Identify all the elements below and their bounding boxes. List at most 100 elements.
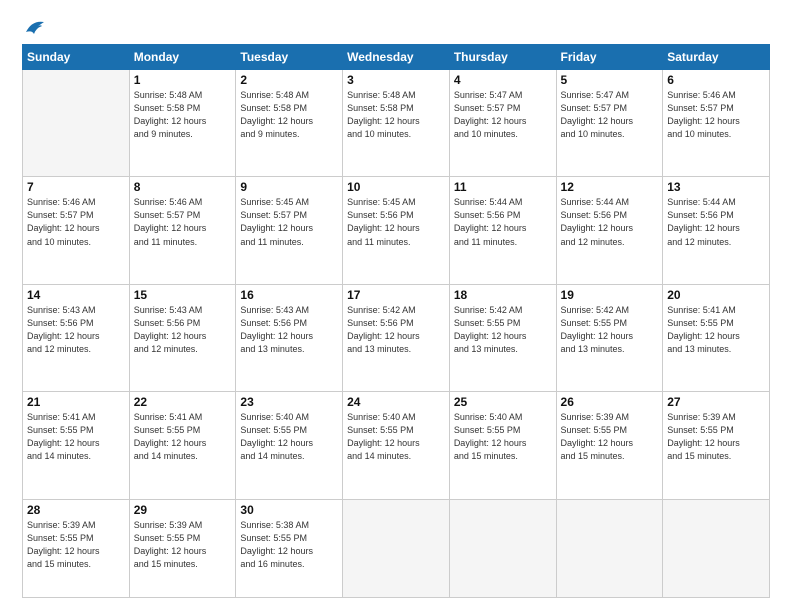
day-info: Sunrise: 5:46 AM Sunset: 5:57 PM Dayligh… — [667, 89, 765, 141]
day-info: Sunrise: 5:43 AM Sunset: 5:56 PM Dayligh… — [134, 304, 232, 356]
calendar-cell: 14 Sunrise: 5:43 AM Sunset: 5:56 PM Dayli… — [23, 284, 130, 391]
calendar-cell: 6Sunrise: 5:46 AM Sunset: 5:57 PM Daylig… — [663, 70, 770, 177]
calendar-cell: 28 Sunrise: 5:39 AM Sunset: 5:55 PM Dayli… — [23, 499, 130, 598]
calendar-week-row: 28 Sunrise: 5:39 AM Sunset: 5:55 PM Dayli… — [23, 499, 770, 598]
calendar-cell: 12Sunrise: 5:44 AM Sunset: 5:56 PM Dayli… — [556, 177, 663, 284]
calendar-cell: 2 Sunrise: 5:48 AM Sunset: 5:58 PM Daylig… — [236, 70, 343, 177]
calendar-cell: 9 Sunrise: 5:45 AM Sunset: 5:57 PM Daylig… — [236, 177, 343, 284]
day-info: Sunrise: 5:45 AM Sunset: 5:57 PM Dayligh… — [240, 196, 338, 248]
weekday-header-thursday: Thursday — [449, 45, 556, 70]
day-number: 8 — [134, 180, 232, 194]
weekday-header-row: SundayMondayTuesdayWednesdayThursdayFrid… — [23, 45, 770, 70]
calendar-cell: 7 Sunrise: 5:46 AM Sunset: 5:57 PM Daylig… — [23, 177, 130, 284]
calendar-cell: 22Sunrise: 5:41 AM Sunset: 5:55 PM Dayli… — [129, 392, 236, 499]
calendar-cell — [556, 499, 663, 598]
calendar-cell: 10 Sunrise: 5:45 AM Sunset: 5:56 PM Dayli… — [343, 177, 450, 284]
day-info: Sunrise: 5:41 AM Sunset: 5:55 PM Dayligh… — [134, 411, 232, 463]
calendar-cell: 20 Sunrise: 5:41 AM Sunset: 5:55 PM Dayli… — [663, 284, 770, 391]
calendar-cell: 19 Sunrise: 5:42 AM Sunset: 5:55 PM Dayli… — [556, 284, 663, 391]
calendar-cell — [23, 70, 130, 177]
calendar-cell — [449, 499, 556, 598]
calendar-cell: 25 Sunrise: 5:40 AM Sunset: 5:55 PM Dayli… — [449, 392, 556, 499]
day-info: Sunrise: 5:39 AM Sunset: 5:55 PM Dayligh… — [134, 519, 232, 571]
day-info: Sunrise: 5:41 AM Sunset: 5:55 PM Dayligh… — [27, 411, 125, 463]
day-number: 25 — [454, 395, 552, 409]
day-number: 11 — [454, 180, 552, 194]
calendar-cell — [663, 499, 770, 598]
day-number: 14 — [27, 288, 125, 302]
calendar-cell: 16Sunrise: 5:43 AM Sunset: 5:56 PM Dayli… — [236, 284, 343, 391]
weekday-header-sunday: Sunday — [23, 45, 130, 70]
day-info: Sunrise: 5:41 AM Sunset: 5:55 PM Dayligh… — [667, 304, 765, 356]
day-number: 29 — [134, 503, 232, 517]
day-info: Sunrise: 5:42 AM Sunset: 5:55 PM Dayligh… — [561, 304, 659, 356]
day-number: 19 — [561, 288, 659, 302]
day-info: Sunrise: 5:39 AM Sunset: 5:55 PM Dayligh… — [561, 411, 659, 463]
day-number: 24 — [347, 395, 445, 409]
calendar-cell: 17 Sunrise: 5:42 AM Sunset: 5:56 PM Dayli… — [343, 284, 450, 391]
calendar-cell: 4Sunrise: 5:47 AM Sunset: 5:57 PM Daylig… — [449, 70, 556, 177]
calendar-cell — [343, 499, 450, 598]
calendar-cell: 24 Sunrise: 5:40 AM Sunset: 5:55 PM Dayli… — [343, 392, 450, 499]
calendar-week-row: 14 Sunrise: 5:43 AM Sunset: 5:56 PM Dayli… — [23, 284, 770, 391]
day-number: 21 — [27, 395, 125, 409]
page: SundayMondayTuesdayWednesdayThursdayFrid… — [0, 0, 792, 612]
day-info: Sunrise: 5:46 AM Sunset: 5:57 PM Dayligh… — [134, 196, 232, 248]
day-info: Sunrise: 5:44 AM Sunset: 5:56 PM Dayligh… — [561, 196, 659, 248]
calendar-week-row: 1 Sunrise: 5:48 AM Sunset: 5:58 PM Daylig… — [23, 70, 770, 177]
day-info: Sunrise: 5:48 AM Sunset: 5:58 PM Dayligh… — [347, 89, 445, 141]
day-info: Sunrise: 5:48 AM Sunset: 5:58 PM Dayligh… — [134, 89, 232, 141]
calendar-cell: 26 Sunrise: 5:39 AM Sunset: 5:55 PM Dayli… — [556, 392, 663, 499]
calendar-cell: 1 Sunrise: 5:48 AM Sunset: 5:58 PM Daylig… — [129, 70, 236, 177]
logo — [22, 18, 48, 36]
day-number: 15 — [134, 288, 232, 302]
day-number: 20 — [667, 288, 765, 302]
day-info: Sunrise: 5:47 AM Sunset: 5:57 PM Dayligh… — [454, 89, 552, 141]
day-info: Sunrise: 5:44 AM Sunset: 5:56 PM Dayligh… — [667, 196, 765, 248]
day-info: Sunrise: 5:39 AM Sunset: 5:55 PM Dayligh… — [27, 519, 125, 571]
day-info: Sunrise: 5:47 AM Sunset: 5:57 PM Dayligh… — [561, 89, 659, 141]
day-number: 7 — [27, 180, 125, 194]
day-number: 23 — [240, 395, 338, 409]
calendar-cell: 15 Sunrise: 5:43 AM Sunset: 5:56 PM Dayli… — [129, 284, 236, 391]
day-info: Sunrise: 5:40 AM Sunset: 5:55 PM Dayligh… — [347, 411, 445, 463]
day-number: 10 — [347, 180, 445, 194]
day-info: Sunrise: 5:44 AM Sunset: 5:56 PM Dayligh… — [454, 196, 552, 248]
day-number: 27 — [667, 395, 765, 409]
day-number: 5 — [561, 73, 659, 87]
day-info: Sunrise: 5:43 AM Sunset: 5:56 PM Dayligh… — [240, 304, 338, 356]
day-info: Sunrise: 5:43 AM Sunset: 5:56 PM Dayligh… — [27, 304, 125, 356]
calendar-cell: 23Sunrise: 5:40 AM Sunset: 5:55 PM Dayli… — [236, 392, 343, 499]
day-info: Sunrise: 5:45 AM Sunset: 5:56 PM Dayligh… — [347, 196, 445, 248]
calendar-week-row: 21 Sunrise: 5:41 AM Sunset: 5:55 PM Dayli… — [23, 392, 770, 499]
day-number: 1 — [134, 73, 232, 87]
weekday-header-saturday: Saturday — [663, 45, 770, 70]
calendar-cell: 30Sunrise: 5:38 AM Sunset: 5:55 PM Dayli… — [236, 499, 343, 598]
day-number: 2 — [240, 73, 338, 87]
day-number: 28 — [27, 503, 125, 517]
calendar-cell: 13Sunrise: 5:44 AM Sunset: 5:56 PM Dayli… — [663, 177, 770, 284]
day-info: Sunrise: 5:42 AM Sunset: 5:56 PM Dayligh… — [347, 304, 445, 356]
weekday-header-wednesday: Wednesday — [343, 45, 450, 70]
header — [22, 18, 770, 36]
day-number: 26 — [561, 395, 659, 409]
day-info: Sunrise: 5:46 AM Sunset: 5:57 PM Dayligh… — [27, 196, 125, 248]
weekday-header-monday: Monday — [129, 45, 236, 70]
calendar-cell: 27 Sunrise: 5:39 AM Sunset: 5:55 PM Dayli… — [663, 392, 770, 499]
calendar-cell: 18Sunrise: 5:42 AM Sunset: 5:55 PM Dayli… — [449, 284, 556, 391]
day-info: Sunrise: 5:39 AM Sunset: 5:55 PM Dayligh… — [667, 411, 765, 463]
calendar-table: SundayMondayTuesdayWednesdayThursdayFrid… — [22, 44, 770, 598]
weekday-header-friday: Friday — [556, 45, 663, 70]
day-number: 9 — [240, 180, 338, 194]
day-info: Sunrise: 5:38 AM Sunset: 5:55 PM Dayligh… — [240, 519, 338, 571]
day-info: Sunrise: 5:48 AM Sunset: 5:58 PM Dayligh… — [240, 89, 338, 141]
day-info: Sunrise: 5:40 AM Sunset: 5:55 PM Dayligh… — [454, 411, 552, 463]
calendar-cell: 3 Sunrise: 5:48 AM Sunset: 5:58 PM Daylig… — [343, 70, 450, 177]
calendar-cell: 8 Sunrise: 5:46 AM Sunset: 5:57 PM Daylig… — [129, 177, 236, 284]
day-info: Sunrise: 5:42 AM Sunset: 5:55 PM Dayligh… — [454, 304, 552, 356]
calendar-cell: 21 Sunrise: 5:41 AM Sunset: 5:55 PM Dayli… — [23, 392, 130, 499]
weekday-header-tuesday: Tuesday — [236, 45, 343, 70]
calendar-cell: 5 Sunrise: 5:47 AM Sunset: 5:57 PM Daylig… — [556, 70, 663, 177]
day-number: 3 — [347, 73, 445, 87]
day-number: 17 — [347, 288, 445, 302]
